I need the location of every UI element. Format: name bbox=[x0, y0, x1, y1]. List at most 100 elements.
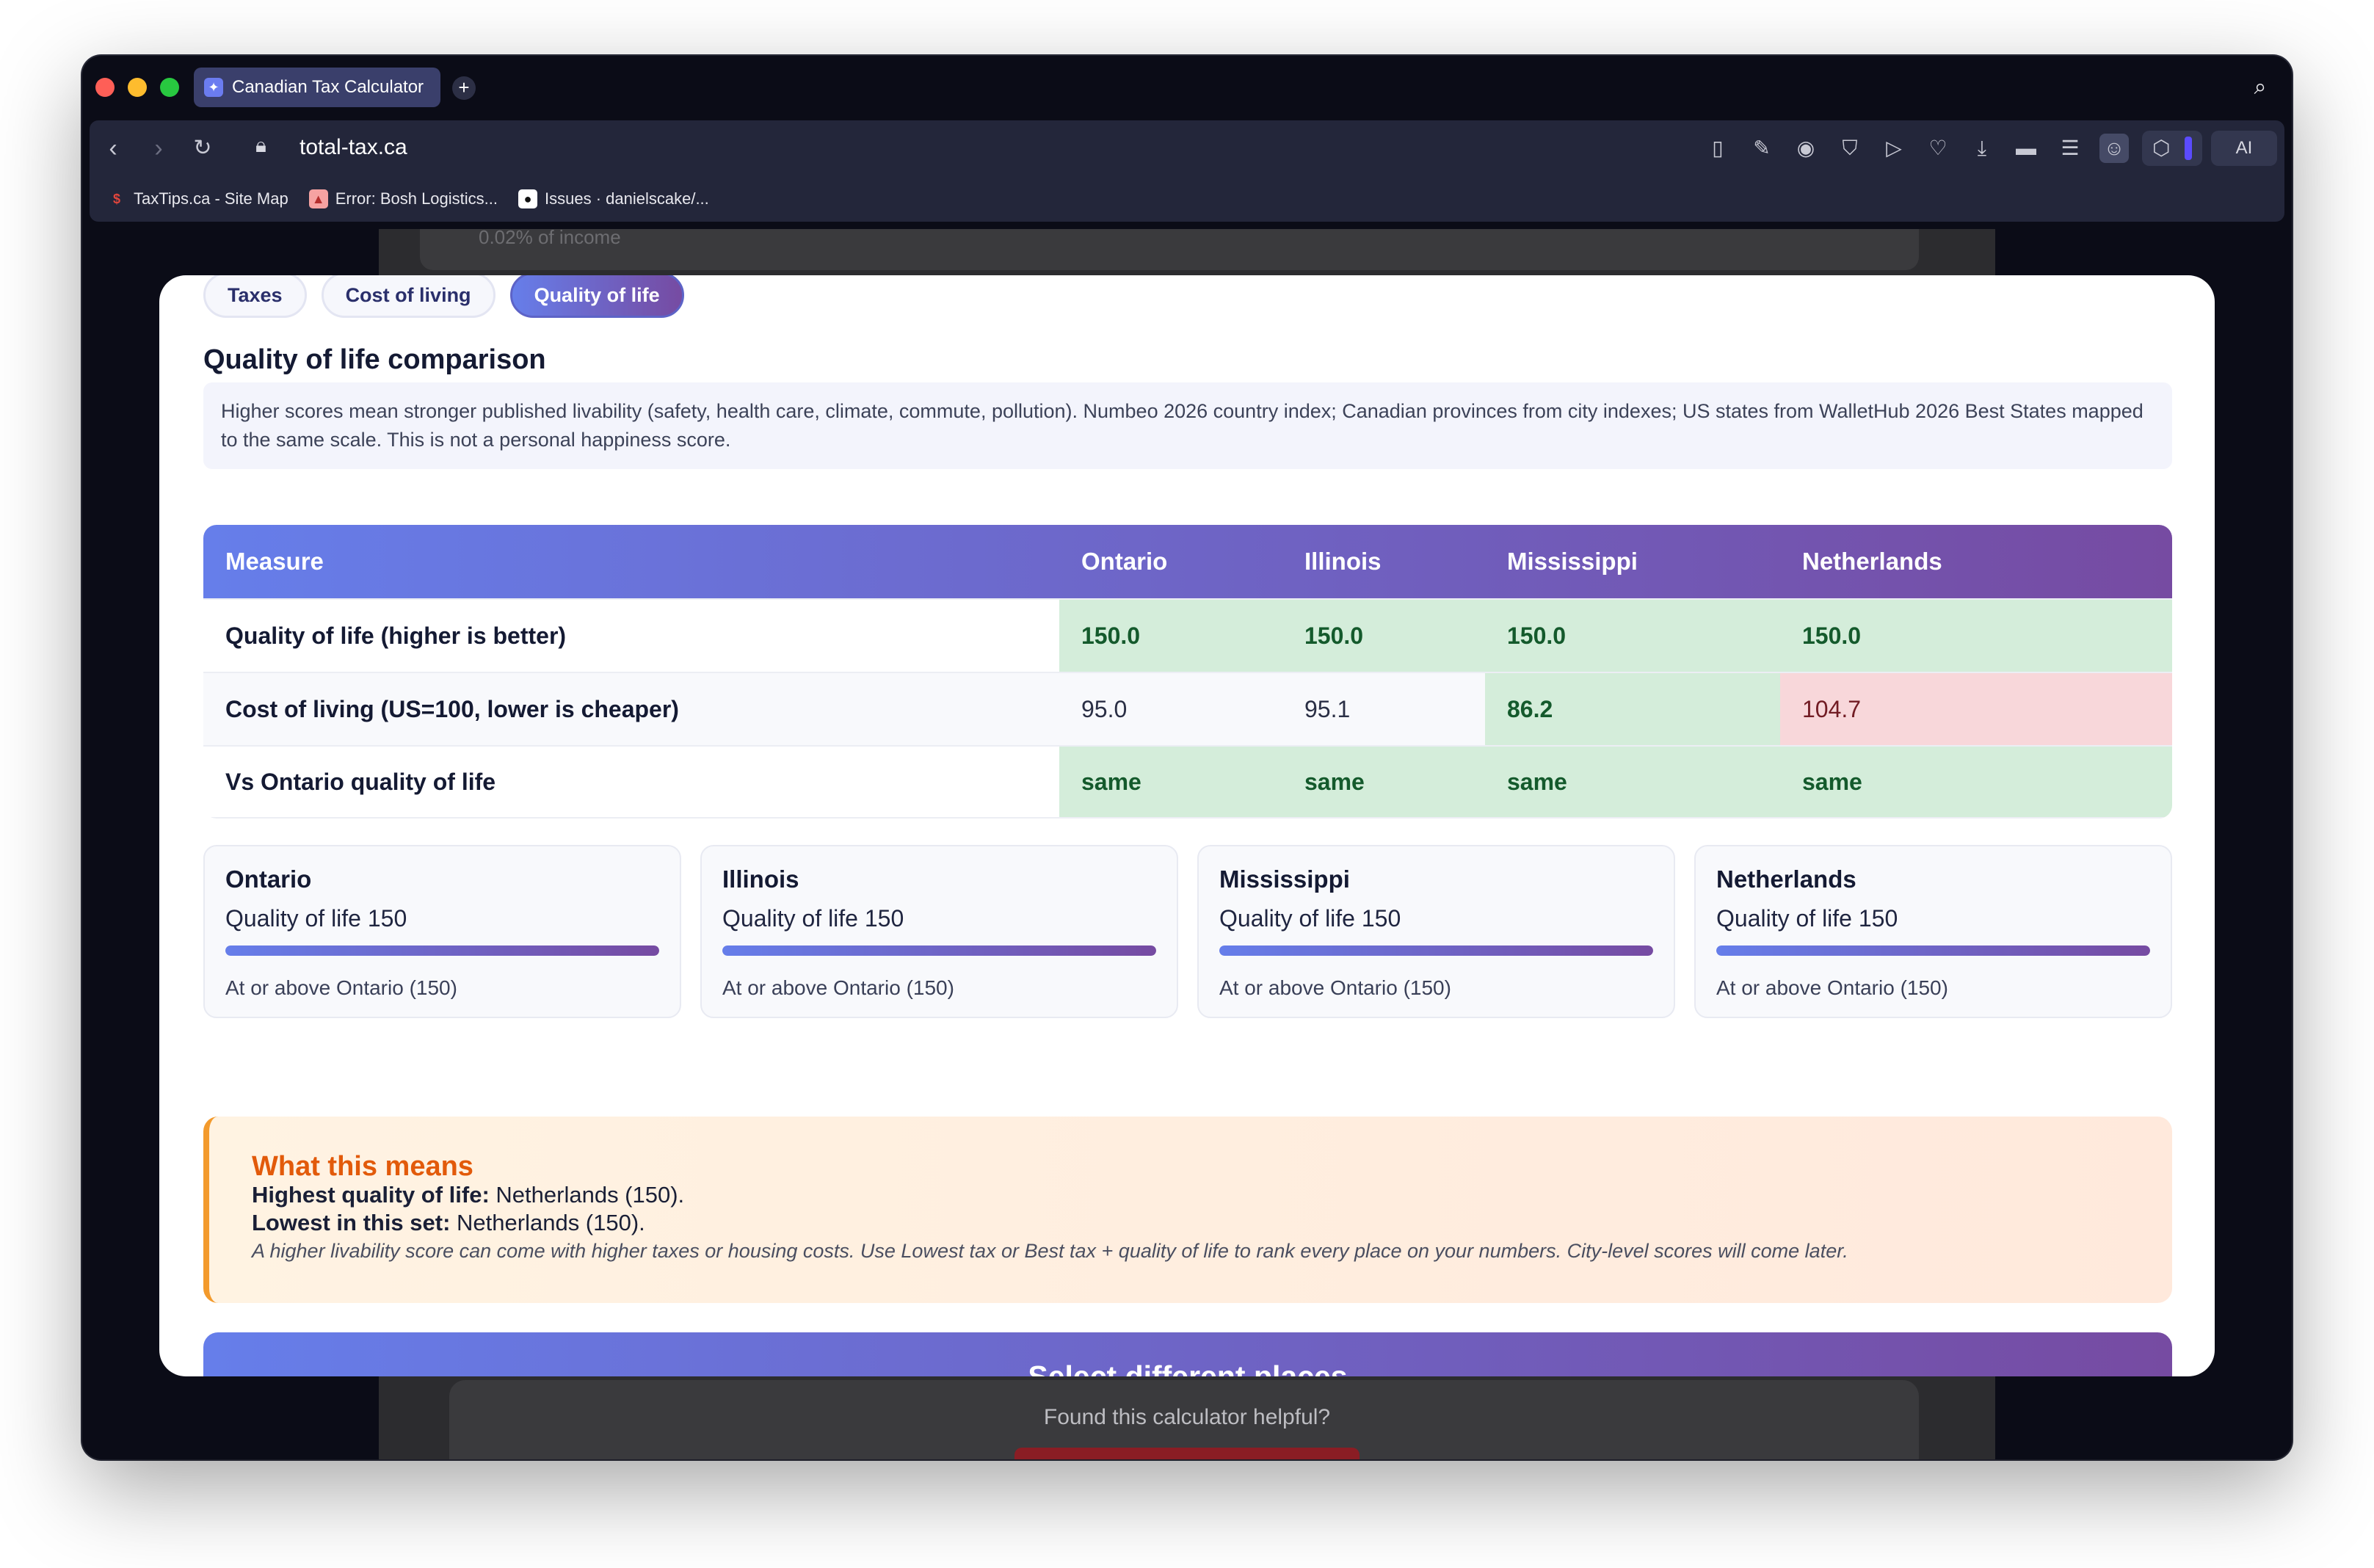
bookmark-label: TaxTips.ca - Site Map bbox=[134, 189, 288, 208]
tab-quality-of-life[interactable]: Quality of life bbox=[509, 275, 684, 318]
section-title: Quality of life comparison bbox=[203, 344, 546, 375]
card-score: Quality of life 150 bbox=[1219, 905, 1401, 932]
card-place-name: Netherlands bbox=[1716, 865, 1856, 893]
callout-highest-label: Highest quality of life: bbox=[252, 1182, 490, 1208]
battery-icon[interactable]: ▬ bbox=[2011, 134, 2041, 163]
table-cell: same bbox=[1282, 745, 1485, 819]
download-icon[interactable]: ⤓ bbox=[1967, 134, 1997, 163]
callout-highest-value: Netherlands (150). bbox=[489, 1182, 685, 1208]
table-cell: same bbox=[1485, 745, 1780, 819]
table-row: Quality of life (higher is better) 150.0… bbox=[203, 598, 2172, 672]
bookmark-item[interactable]: ▲ Error: Bosh Logistics... bbox=[308, 189, 498, 208]
extension-cube-icon[interactable]: ⬡ bbox=[2142, 131, 2202, 166]
section-description: Higher scores mean stronger published li… bbox=[203, 382, 2172, 469]
card-score: Quality of life 150 bbox=[722, 905, 904, 932]
comparison-modal: Taxes Cost of living Quality of life Qua… bbox=[159, 275, 2215, 1376]
table-cell: 150.0 bbox=[1282, 598, 1485, 672]
search-tabs-icon[interactable]: ⌕ bbox=[2248, 75, 2273, 100]
table-cell: 150.0 bbox=[1780, 598, 2172, 672]
new-tab-button[interactable]: + bbox=[452, 76, 476, 100]
tab-cost-of-living[interactable]: Cost of living bbox=[321, 275, 496, 318]
background-feedback-button bbox=[1014, 1448, 1360, 1459]
row-label: Quality of life (higher is better) bbox=[203, 598, 1059, 672]
comparison-table: Measure Ontario Illinois Mississippi Net… bbox=[203, 525, 2172, 819]
card-score: Quality of life 150 bbox=[225, 905, 407, 932]
forward-icon[interactable]: › bbox=[144, 134, 173, 163]
background-income-note: 0.02% of income bbox=[479, 226, 621, 248]
back-icon[interactable]: ‹ bbox=[98, 134, 128, 163]
callout-lowest: Lowest in this set: Netherlands (150). bbox=[252, 1209, 2130, 1237]
menu-icon[interactable]: ☰ bbox=[2055, 134, 2085, 163]
ai-button[interactable]: AI bbox=[2211, 131, 2277, 166]
score-bar-fill bbox=[1219, 945, 1653, 956]
callout-highest: Highest quality of life: Netherlands (15… bbox=[252, 1181, 2130, 1209]
card-comparison: At or above Ontario (150) bbox=[1219, 976, 1451, 999]
table-cell: 86.2 bbox=[1485, 672, 1780, 745]
camera-icon[interactable]: ◉ bbox=[1791, 134, 1821, 163]
table-cell: 150.0 bbox=[1059, 598, 1282, 672]
reader-icon[interactable]: ▯ bbox=[1703, 134, 1732, 163]
card-comparison: At or above Ontario (150) bbox=[1716, 976, 1948, 999]
row-label: Vs Ontario quality of life bbox=[203, 745, 1059, 819]
card-comparison: At or above Ontario (150) bbox=[225, 976, 457, 999]
bookmark-label: Error: Bosh Logistics... bbox=[335, 189, 498, 208]
table-cell: same bbox=[1780, 745, 2172, 819]
minimize-window-button[interactable] bbox=[128, 78, 147, 97]
card-score: Quality of life 150 bbox=[1716, 905, 1898, 932]
bookmark-label: Issues · danielscake/... bbox=[545, 189, 709, 208]
table-cell: same bbox=[1059, 745, 1282, 819]
callout-lowest-label: Lowest in this set: bbox=[252, 1210, 451, 1235]
score-bar bbox=[1716, 945, 2150, 956]
play-icon[interactable]: ▷ bbox=[1879, 134, 1909, 163]
score-bar-fill bbox=[1716, 945, 2150, 956]
card-place-name: Mississippi bbox=[1219, 865, 1350, 893]
toolbar-actions: ▯ ✎ ◉ ⛉ ▷ ♡ ⤓ ▬ ☰ ☺ bbox=[1703, 134, 2129, 163]
table-cell: 104.7 bbox=[1780, 672, 2172, 745]
header-mississippi: Mississippi bbox=[1507, 548, 1638, 575]
profile-icon[interactable]: ☺ bbox=[2099, 134, 2129, 163]
what-this-means-callout: What this means Highest quality of life:… bbox=[203, 1117, 2172, 1303]
score-card-netherlands: Netherlands Quality of life 150 At or ab… bbox=[1694, 845, 2172, 1018]
comparison-tabs: Taxes Cost of living Quality of life bbox=[203, 275, 684, 319]
select-different-places-button[interactable]: Select different places bbox=[203, 1332, 2172, 1376]
table-header-row: Measure Ontario Illinois Mississippi Net… bbox=[203, 525, 2172, 598]
shield-icon[interactable]: ⛉ bbox=[1835, 134, 1865, 163]
table-cell: 150.0 bbox=[1485, 598, 1780, 672]
error-site-icon: ▲ bbox=[308, 189, 328, 208]
reload-icon[interactable]: ↻ bbox=[188, 134, 217, 163]
maple-leaf-icon: ✦ bbox=[204, 78, 223, 97]
card-place-name: Illinois bbox=[722, 865, 799, 893]
browser-tab-active[interactable]: ✦ Canadian Tax Calculator bbox=[194, 68, 440, 107]
table-cell: 95.1 bbox=[1282, 672, 1485, 745]
tab-taxes[interactable]: Taxes bbox=[203, 275, 307, 318]
header-netherlands: Netherlands bbox=[1802, 548, 1942, 575]
bookmark-item[interactable]: ● Issues · danielscake/... bbox=[518, 189, 709, 208]
github-icon: ● bbox=[518, 189, 538, 208]
score-bar bbox=[722, 945, 1156, 956]
background-helpful-prompt: Found this calculator helpful? bbox=[1043, 1405, 1331, 1429]
score-bar bbox=[225, 945, 659, 956]
card-place-name: Ontario bbox=[225, 865, 312, 893]
row-label: Cost of living (US=100, lower is cheaper… bbox=[203, 672, 1059, 745]
score-bar-fill bbox=[722, 945, 1156, 956]
header-measure: Measure bbox=[225, 548, 324, 575]
address-bar[interactable]: total-tax.ca bbox=[300, 135, 407, 160]
score-cards: Ontario Quality of life 150 At or above … bbox=[203, 845, 2172, 1018]
edit-icon[interactable]: ✎ bbox=[1747, 134, 1776, 163]
card-comparison: At or above Ontario (150) bbox=[722, 976, 954, 999]
bookmarks-bar: $ TaxTips.ca - Site Map ▲ Error: Bosh Lo… bbox=[90, 176, 2284, 222]
score-card-ontario: Ontario Quality of life 150 At or above … bbox=[203, 845, 681, 1018]
zoom-window-button[interactable] bbox=[160, 78, 179, 97]
close-window-button[interactable] bbox=[95, 78, 115, 97]
score-bar bbox=[1219, 945, 1653, 956]
bookmark-item[interactable]: $ TaxTips.ca - Site Map bbox=[107, 189, 288, 208]
tab-bar: ✦ Canadian Tax Calculator + ⌕ bbox=[82, 56, 2292, 117]
header-illinois: Illinois bbox=[1304, 548, 1382, 575]
browser-window: ✦ Canadian Tax Calculator + ⌕ ‹ › ↻ 🔒︎ t… bbox=[82, 56, 2292, 1459]
browser-toolbar: ‹ › ↻ 🔒︎ total-tax.ca ▯ ✎ ◉ ⛉ ▷ ♡ ⤓ ▬ ☰ … bbox=[90, 120, 2284, 176]
lock-icon: 🔒︎ bbox=[255, 134, 266, 156]
score-card-illinois: Illinois Quality of life 150 At or above… bbox=[700, 845, 1178, 1018]
callout-fine-print: A higher livability score can come with … bbox=[252, 1240, 1848, 1262]
table-row: Vs Ontario quality of life same same sam… bbox=[203, 745, 2172, 819]
heart-icon[interactable]: ♡ bbox=[1923, 134, 1953, 163]
